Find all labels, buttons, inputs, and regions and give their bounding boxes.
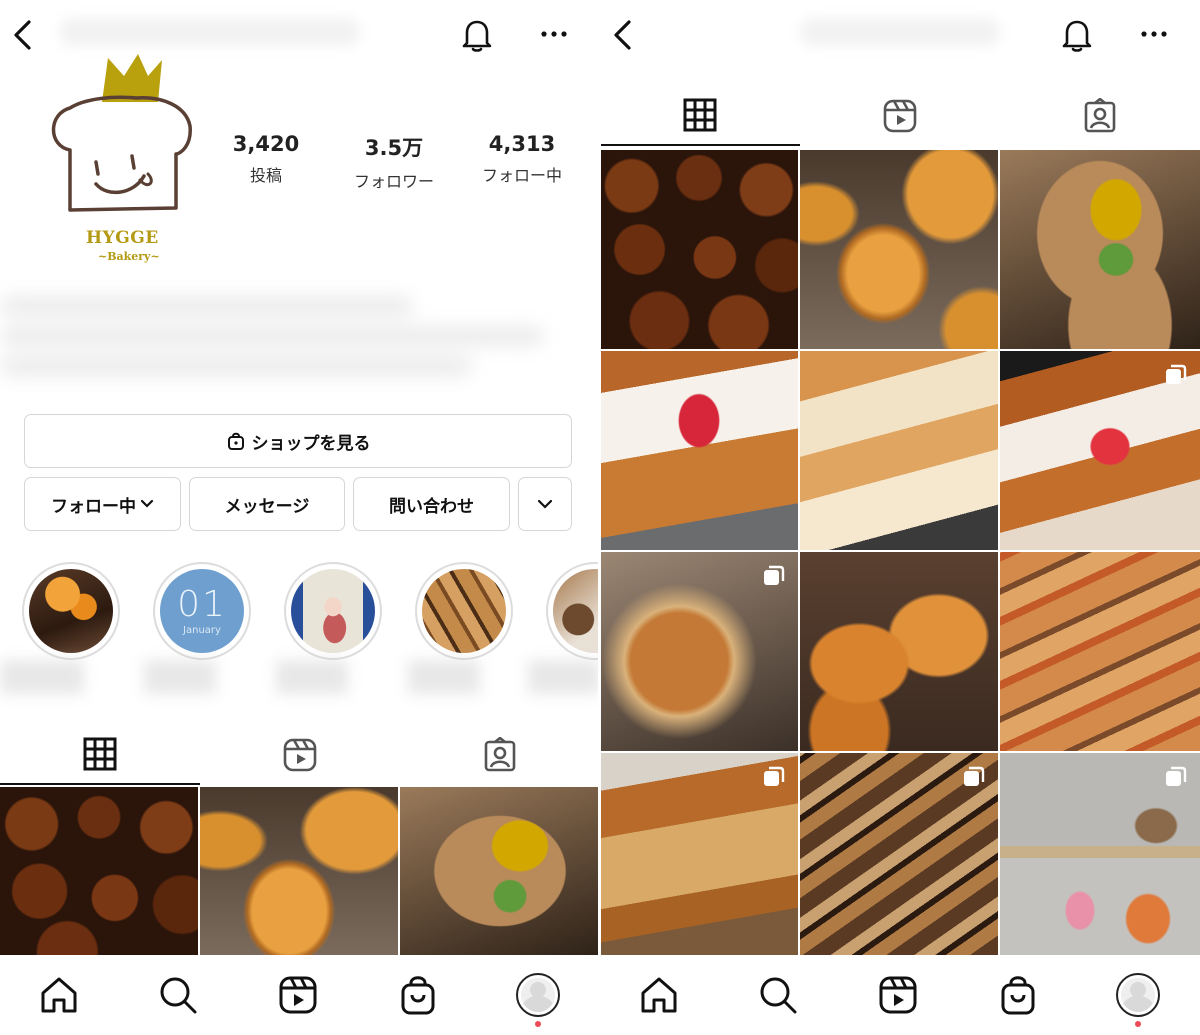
top-bar bbox=[600, 0, 1200, 70]
story-highlight[interactable]: 01 January bbox=[153, 562, 251, 660]
reels-icon bbox=[283, 738, 317, 772]
post-thumbnail[interactable] bbox=[600, 351, 798, 550]
shop-icon[interactable] bbox=[996, 973, 1040, 1017]
logo-title: HYGGE bbox=[86, 228, 159, 248]
grid-icon bbox=[683, 98, 717, 132]
stat-followers[interactable]: 3.5万 フォロワー bbox=[334, 132, 454, 192]
multiple-images-icon bbox=[964, 766, 985, 786]
stat-following-value: 4,313 bbox=[488, 132, 556, 156]
highlight-date-month: January bbox=[183, 624, 221, 636]
stat-followers-label: フォロワー bbox=[353, 172, 434, 191]
following-button[interactable]: フォロー中 bbox=[24, 477, 181, 531]
shop-button-label: ショップを見る bbox=[251, 433, 371, 454]
reels-icon[interactable] bbox=[876, 973, 920, 1017]
more-options-icon[interactable] bbox=[1138, 26, 1170, 42]
tab-tagged[interactable] bbox=[1000, 86, 1200, 146]
message-button-label: メッセージ bbox=[224, 496, 310, 517]
post-thumbnail[interactable] bbox=[200, 787, 398, 955]
username-blurred bbox=[800, 18, 1000, 46]
stat-posts-value: 3,420 bbox=[232, 132, 300, 156]
profile-avatar[interactable] bbox=[1116, 973, 1160, 1017]
chevron-down-icon bbox=[140, 499, 154, 508]
back-icon[interactable] bbox=[610, 18, 636, 52]
post-thumbnail[interactable] bbox=[1000, 150, 1200, 349]
post-thumbnail[interactable] bbox=[1000, 552, 1200, 751]
tagged-icon bbox=[484, 737, 516, 772]
following-button-label: フォロー中 bbox=[51, 496, 136, 517]
logo-subtitle: ~Bakery~ bbox=[98, 250, 160, 263]
post-thumbnail[interactable] bbox=[800, 753, 998, 955]
chevron-down-icon bbox=[537, 499, 553, 509]
multiple-images-icon bbox=[1166, 766, 1187, 786]
shop-icon[interactable] bbox=[396, 973, 440, 1017]
profile-avatar[interactable] bbox=[516, 973, 560, 1017]
tab-reels[interactable] bbox=[800, 86, 1000, 146]
home-icon[interactable] bbox=[637, 973, 681, 1017]
username-blurred bbox=[60, 18, 360, 46]
shop-button[interactable]: ショップを見る bbox=[24, 414, 572, 468]
post-thumbnail[interactable] bbox=[800, 351, 998, 550]
multiple-images-icon bbox=[1166, 364, 1187, 384]
tab-tagged[interactable] bbox=[400, 725, 600, 785]
grid-icon bbox=[83, 737, 117, 771]
highlight-image bbox=[29, 569, 113, 653]
tab-reels[interactable] bbox=[200, 725, 400, 785]
contact-button-label: 問い合わせ bbox=[389, 496, 474, 517]
post-thumbnail[interactable] bbox=[600, 552, 798, 751]
stat-followers-value: 3.5万 bbox=[364, 136, 424, 160]
screen-divider bbox=[598, 0, 601, 1035]
home-icon[interactable] bbox=[37, 973, 81, 1017]
bell-icon[interactable] bbox=[458, 16, 496, 54]
highlight-date-number: 01 bbox=[177, 583, 227, 625]
highlight-image: 01 January bbox=[160, 569, 244, 653]
notification-dot bbox=[1135, 1021, 1141, 1027]
bell-icon[interactable] bbox=[1058, 16, 1096, 54]
multiple-images-icon bbox=[764, 565, 785, 585]
stat-following-label: フォロー中 bbox=[481, 166, 562, 185]
highlight-titles-blurred bbox=[0, 660, 600, 694]
contact-button[interactable]: 問い合わせ bbox=[353, 477, 510, 531]
stat-posts-label: 投稿 bbox=[249, 166, 282, 185]
post-thumbnail[interactable] bbox=[600, 150, 798, 349]
bio-blurred bbox=[0, 285, 590, 405]
bottom-navigation bbox=[0, 955, 600, 1035]
stat-following[interactable]: 4,313 フォロー中 bbox=[462, 132, 582, 186]
shop-bag-icon bbox=[227, 432, 244, 450]
tab-posts-grid[interactable] bbox=[0, 725, 200, 785]
back-icon[interactable] bbox=[10, 18, 36, 52]
notification-dot bbox=[535, 1021, 541, 1027]
reels-icon bbox=[883, 99, 917, 133]
post-thumbnail[interactable] bbox=[800, 150, 998, 349]
stat-posts[interactable]: 3,420 投稿 bbox=[206, 132, 326, 186]
search-icon[interactable] bbox=[156, 973, 200, 1017]
tagged-icon bbox=[1084, 98, 1116, 133]
multiple-images-icon bbox=[764, 766, 785, 786]
highlight-image bbox=[291, 569, 375, 653]
highlight-image bbox=[422, 569, 506, 653]
post-thumbnail[interactable] bbox=[800, 552, 998, 751]
more-options-icon[interactable] bbox=[538, 26, 570, 42]
story-highlight[interactable] bbox=[546, 562, 600, 660]
post-thumbnail[interactable] bbox=[1000, 753, 1200, 955]
post-thumbnail[interactable] bbox=[1000, 351, 1200, 550]
search-icon[interactable] bbox=[756, 973, 800, 1017]
reels-icon[interactable] bbox=[276, 973, 320, 1017]
post-thumbnail[interactable] bbox=[400, 787, 600, 955]
story-highlight[interactable] bbox=[284, 562, 382, 660]
suggested-toggle-button[interactable] bbox=[518, 477, 572, 531]
posts-grid-screen bbox=[600, 0, 1200, 1035]
profile-screen: HYGGE ~Bakery~ 3,420 投稿 3.5万 フォロワー 4,313… bbox=[0, 0, 600, 1035]
story-highlight[interactable] bbox=[415, 562, 513, 660]
bottom-navigation bbox=[600, 955, 1200, 1035]
post-thumbnail[interactable] bbox=[0, 787, 198, 955]
story-highlight[interactable] bbox=[22, 562, 120, 660]
tab-posts-grid[interactable] bbox=[600, 86, 800, 146]
post-thumbnail[interactable] bbox=[600, 753, 798, 955]
highlight-image bbox=[553, 569, 600, 653]
message-button[interactable]: メッセージ bbox=[189, 477, 345, 531]
